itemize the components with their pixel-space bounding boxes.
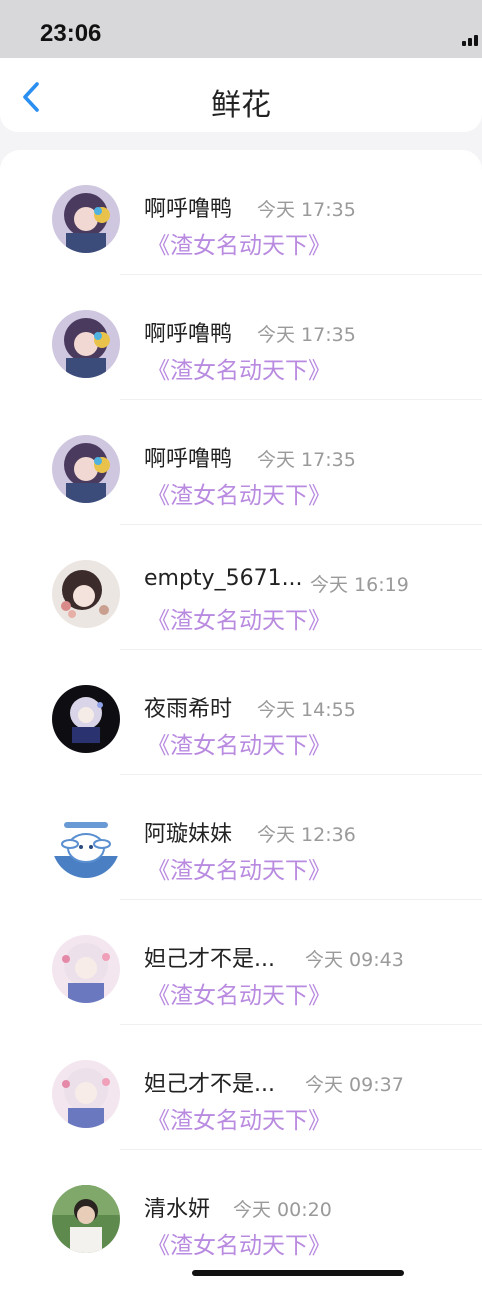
book-title[interactable]: 《渣女名动天下》 — [147, 601, 331, 635]
timestamp: 今天 16:19 — [310, 574, 409, 596]
status-time: 23:06 — [40, 20, 102, 47]
timestamp: 今天 17:35 — [257, 324, 356, 346]
username: 啊呼噜鸭 — [144, 447, 233, 472]
username: 妲己才不是... — [144, 1072, 275, 1097]
book-title[interactable]: 《渣女名动天下》 — [147, 851, 331, 885]
avatar[interactable] — [52, 1060, 120, 1128]
avatar[interactable] — [52, 310, 120, 378]
username: 啊呼噜鸭 — [144, 197, 233, 222]
avatar[interactable] — [52, 185, 120, 253]
book-title[interactable]: 《渣女名动天下》 — [147, 476, 331, 510]
list-item[interactable]: empty_5671... 今天 16:19 《渣女名动天下》 — [0, 525, 482, 650]
avatar[interactable] — [52, 810, 120, 878]
username: 妲己才不是... — [144, 947, 275, 972]
username: empty_5671... — [144, 566, 303, 591]
list-item[interactable]: 啊呼噜鸭 今天 17:35 《渣女名动天下》 — [0, 400, 482, 525]
book-title[interactable]: 《渣女名动天下》 — [147, 1101, 331, 1135]
avatar[interactable] — [52, 685, 120, 753]
book-title[interactable]: 《渣女名动天下》 — [147, 226, 331, 260]
timestamp: 今天 00:20 — [233, 1199, 332, 1221]
timestamp: 今天 09:43 — [305, 949, 404, 971]
list-item[interactable]: 阿璇妹妹 今天 12:36 《渣女名动天下》 — [0, 775, 482, 900]
avatar[interactable] — [52, 935, 120, 1003]
page-title: 鲜花 — [211, 88, 271, 123]
timestamp: 今天 17:35 — [257, 449, 356, 471]
username: 阿璇妹妹 — [144, 822, 233, 847]
list-item[interactable]: 清水妍 今天 00:20 《渣女名动天下》 — [0, 1150, 482, 1275]
book-title[interactable]: 《渣女名动天下》 — [147, 351, 331, 385]
username: 啊呼噜鸭 — [144, 322, 233, 347]
avatar[interactable] — [52, 560, 120, 628]
avatar[interactable] — [52, 1185, 120, 1253]
book-title[interactable]: 《渣女名动天下》 — [147, 976, 331, 1010]
status-bar: 23:06 — [0, 0, 482, 60]
timestamp: 今天 17:35 — [257, 199, 356, 221]
timestamp: 今天 09:37 — [305, 1074, 404, 1096]
signal-icon — [462, 32, 482, 46]
home-indicator[interactable] — [192, 1270, 404, 1276]
book-title[interactable]: 《渣女名动天下》 — [147, 1226, 331, 1260]
list-item[interactable]: 夜雨希时 今天 14:55 《渣女名动天下》 — [0, 650, 482, 775]
list-item[interactable]: 啊呼噜鸭 今天 17:35 《渣女名动天下》 — [0, 150, 482, 275]
avatar[interactable] — [52, 435, 120, 503]
list-item[interactable]: 啊呼噜鸭 今天 17:35 《渣女名动天下》 — [0, 275, 482, 400]
timestamp: 今天 12:36 — [257, 824, 356, 846]
username: 清水妍 — [144, 1197, 211, 1222]
list-item[interactable]: 妲己才不是... 今天 09:37 《渣女名动天下》 — [0, 1025, 482, 1150]
timestamp: 今天 14:55 — [257, 699, 356, 721]
book-title[interactable]: 《渣女名动天下》 — [147, 726, 331, 760]
username: 夜雨希时 — [144, 697, 233, 722]
nav-bar: 鲜花 — [0, 58, 482, 132]
flower-list: 啊呼噜鸭 今天 17:35 《渣女名动天下》 啊呼噜鸭 今天 17:35 《渣女… — [0, 150, 482, 1290]
list-item[interactable]: 妲己才不是... 今天 09:43 《渣女名动天下》 — [0, 900, 482, 1025]
